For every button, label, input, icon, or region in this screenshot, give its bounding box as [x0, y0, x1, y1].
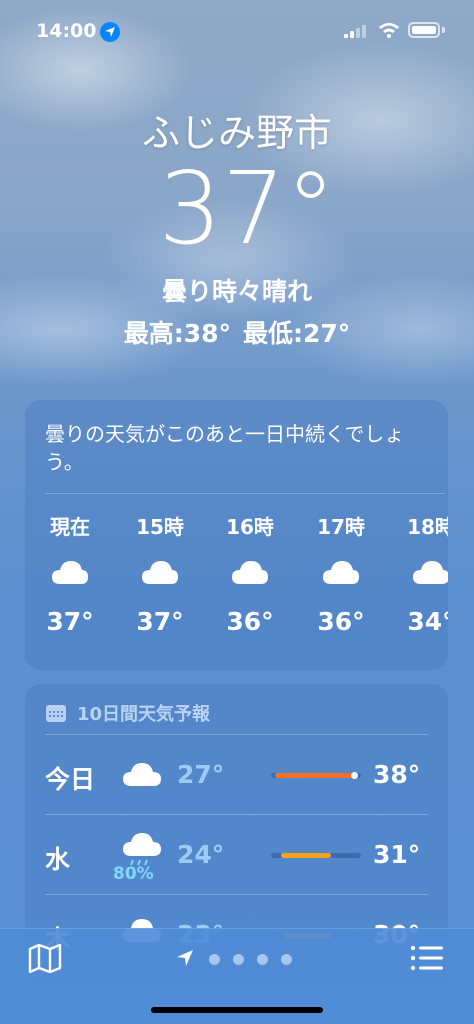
home-indicator[interactable] — [151, 1007, 323, 1013]
forecast-summary: 曇りの天気がこのあと一日中続くでしょう。 — [45, 422, 405, 474]
hour-temp: 37° — [136, 607, 184, 636]
day-label: 水 — [45, 845, 71, 874]
battery-icon — [408, 22, 440, 38]
daily-row[interactable]: 今日 27° 38° — [25, 734, 448, 814]
calendar-icon — [46, 705, 66, 722]
hour-item: 現在 37° — [30, 512, 110, 642]
ten-day-title: 10日間天気予報 — [77, 704, 211, 725]
day-label: 今日 — [45, 765, 96, 794]
cloud-icon — [123, 763, 161, 786]
bottom-toolbar — [0, 928, 474, 1024]
battery-tip — [442, 27, 445, 33]
temp-range-fill — [281, 853, 331, 858]
status-time: 14:00 — [36, 20, 97, 42]
page-indicator[interactable] — [176, 949, 306, 969]
cellular-signal-icon — [344, 25, 366, 38]
precipitation-chance: 80% — [113, 864, 154, 884]
current-condition: 曇り時々晴れ — [161, 277, 312, 306]
page-dot — [281, 954, 292, 965]
wifi-icon — [379, 23, 399, 38]
hour-temp: 37° — [46, 607, 94, 636]
hour-item: 17時 36° — [301, 512, 381, 642]
hour-temp: 34° — [407, 607, 448, 636]
map-icon[interactable] — [28, 943, 62, 973]
cloud-icon — [120, 542, 200, 602]
list-icon[interactable] — [410, 943, 444, 973]
page-dot — [209, 954, 220, 965]
low-temp: 27° — [177, 760, 225, 789]
cloud-icon — [210, 542, 290, 602]
current-temp-dot — [351, 772, 358, 779]
daily-row[interactable]: 水 80% 24° 31° — [25, 814, 448, 894]
ten-day-header: 10日間天気予報 — [45, 700, 210, 726]
cloud-icon — [301, 542, 381, 602]
cloud-icon — [30, 542, 110, 602]
hourly-forecast-card[interactable]: 曇りの天気がこのあと一日中続くでしょう。 現在 37° 15時 37° 16時 … — [25, 400, 448, 670]
high-temp: 31° — [373, 840, 421, 869]
hour-item: 18時 34° — [391, 512, 448, 642]
temp-range-fill — [275, 773, 357, 778]
hour-temp: 36° — [317, 607, 365, 636]
high-temp: 最高:38° — [123, 319, 231, 348]
low-temp: 24° — [177, 840, 225, 869]
temp-range-bar — [271, 772, 361, 779]
location-arrow-icon — [177, 950, 193, 966]
hour-item: 15時 37° — [120, 512, 200, 642]
high-low: 最高:38° 最低:27° — [0, 314, 474, 350]
temp-range-bar — [271, 853, 361, 858]
city-name: ふじみ野市 — [141, 111, 332, 155]
location-arrow-icon — [100, 22, 120, 42]
status-bar: 14:00 — [0, 0, 474, 62]
hour-label: 18時 — [407, 515, 448, 539]
hour-label: 15時 — [136, 515, 184, 539]
hour-label: 16時 — [226, 515, 274, 539]
low-temp: 最低:27° — [243, 319, 351, 348]
high-temp: 38° — [373, 760, 421, 789]
divider — [45, 493, 445, 494]
page-dot — [233, 954, 244, 965]
hour-label: 現在 — [50, 515, 90, 539]
current-temperature: 37° — [158, 150, 336, 267]
hour-item: 16時 36° — [210, 512, 290, 642]
hourly-list[interactable]: 現在 37° 15時 37° 16時 36° 17時 36° 18時 34 — [25, 512, 448, 662]
page-dot — [257, 954, 268, 965]
hour-temp: 36° — [226, 607, 274, 636]
cloud-icon — [391, 542, 448, 602]
hour-label: 17時 — [317, 515, 365, 539]
